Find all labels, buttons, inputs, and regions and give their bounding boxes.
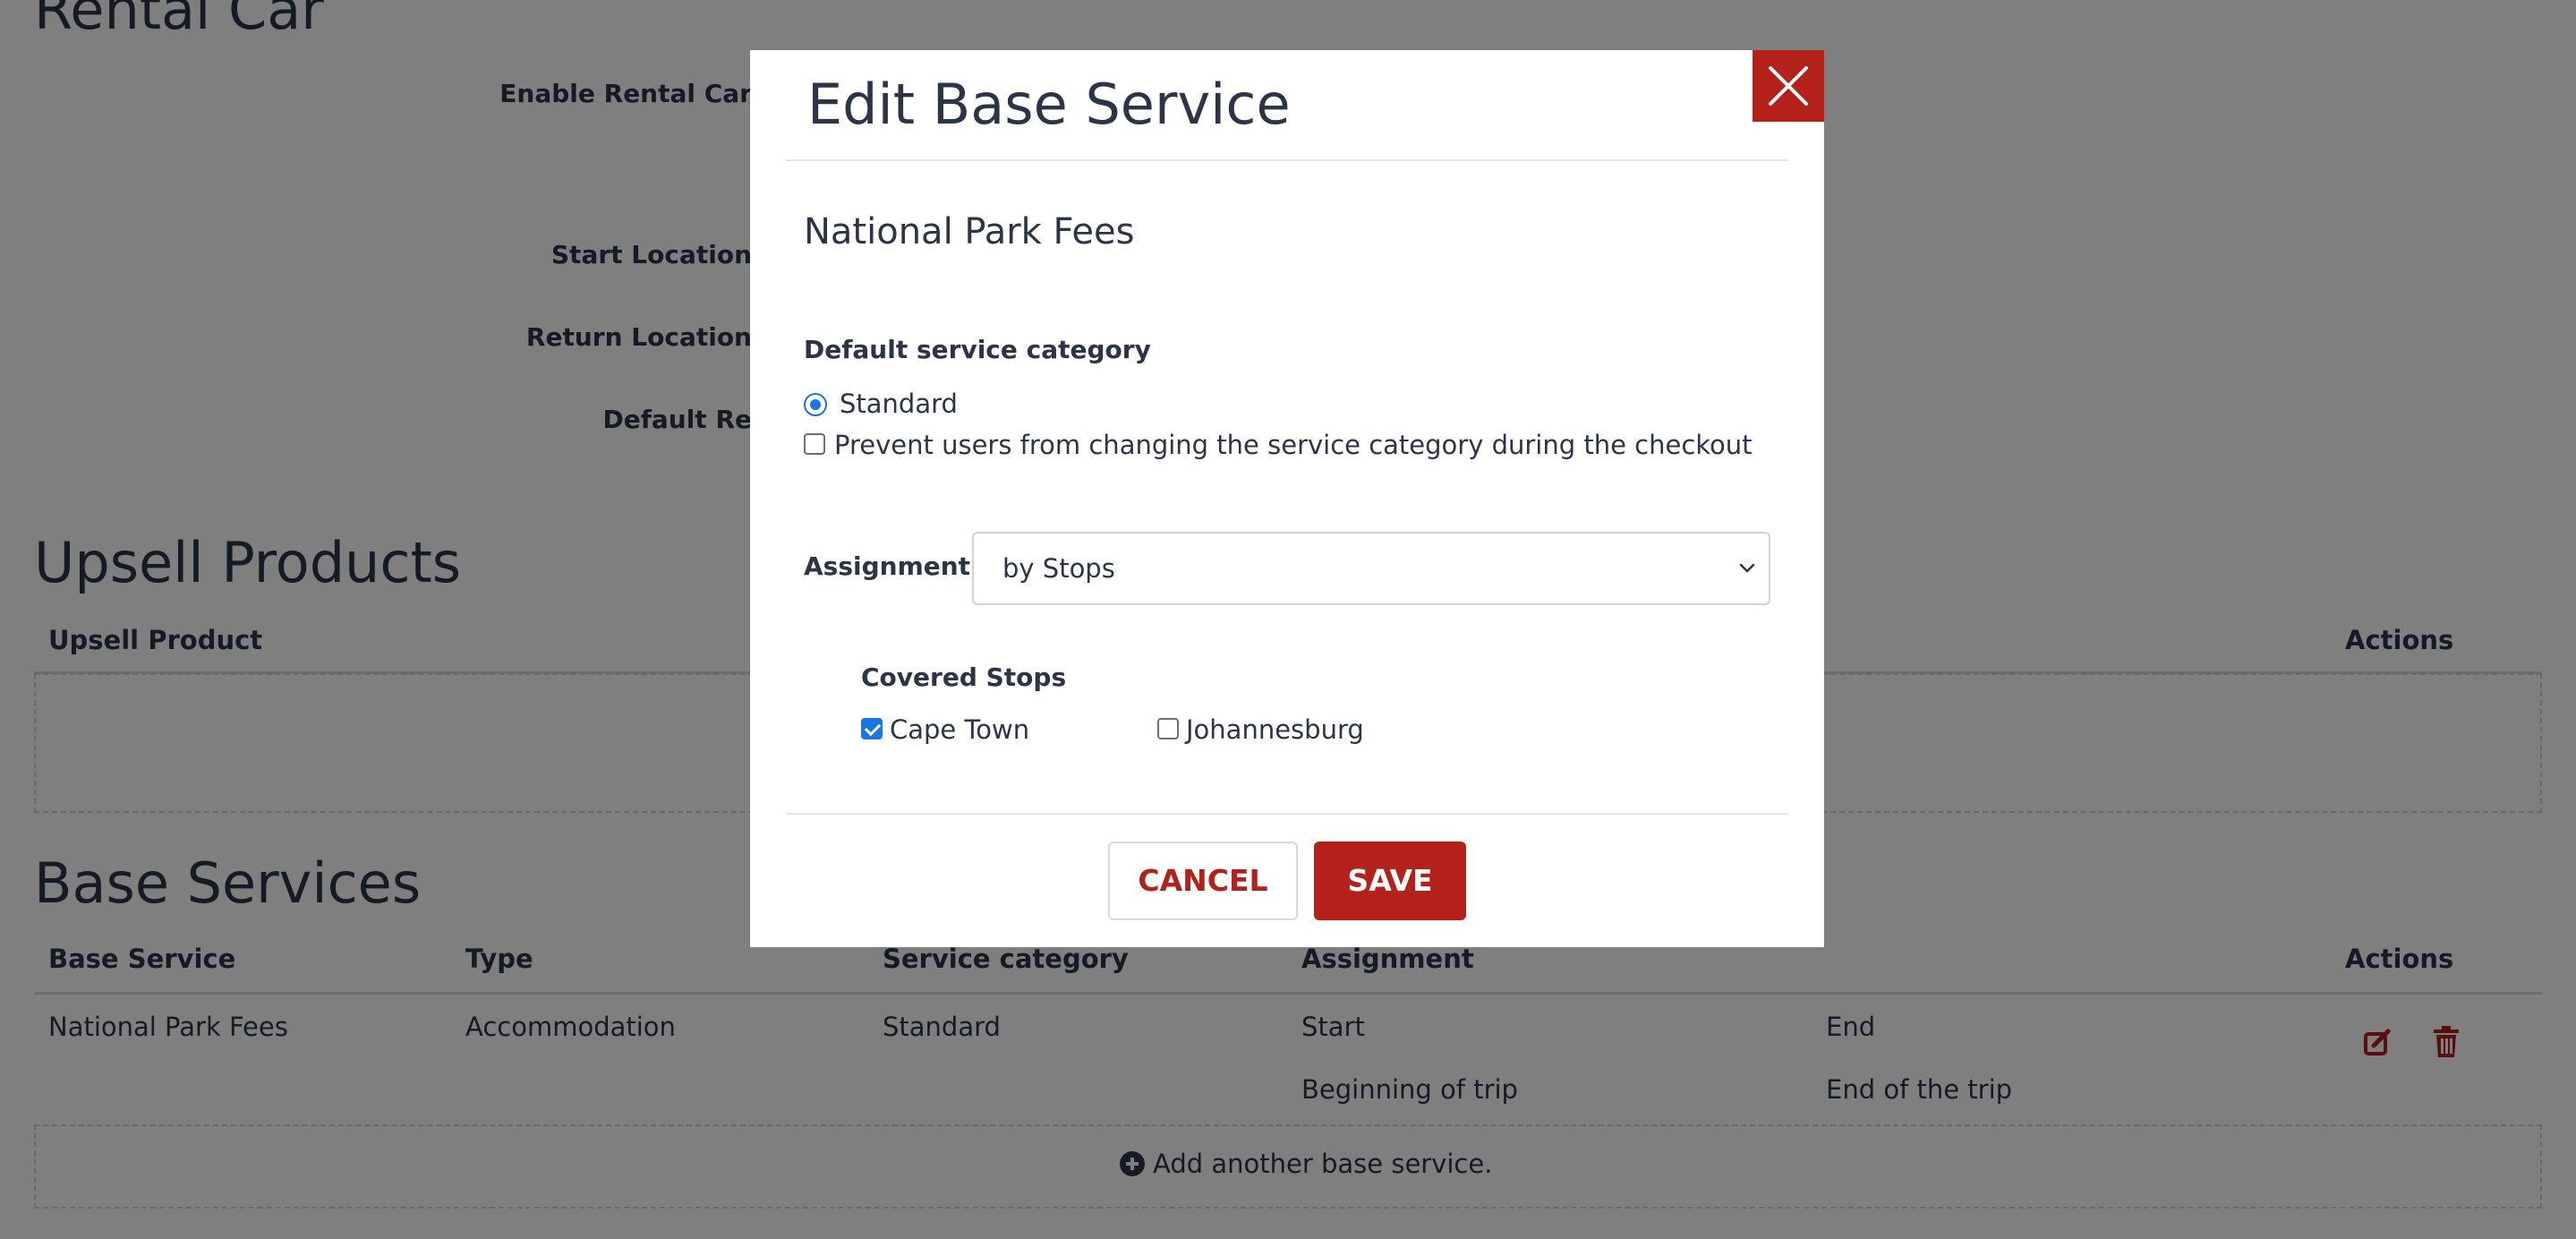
stop-checkbox-johannesburg[interactable] <box>1157 718 1179 739</box>
footer-divider <box>786 813 1788 815</box>
default-category-label: Default service category <box>804 335 1151 364</box>
edit-base-service-modal: Edit Base Service National Park Fees Def… <box>750 50 1824 947</box>
covered-stops-label: Covered Stops <box>861 662 1067 692</box>
standard-radio[interactable] <box>804 393 827 416</box>
service-name-heading: National Park Fees <box>804 211 1135 252</box>
assignment-label: Assignment <box>804 551 971 581</box>
prevent-change-label: Prevent users from changing the service … <box>834 430 1753 460</box>
stop-checkbox-cape-town[interactable] <box>861 718 883 739</box>
cancel-button[interactable]: CANCEL <box>1108 842 1298 920</box>
close-icon <box>1769 66 1808 106</box>
save-button[interactable]: SAVE <box>1314 842 1466 920</box>
assignment-select-value: by Stops <box>1002 553 1115 584</box>
modal-title: Edit Base Service <box>807 72 1291 137</box>
close-button[interactable] <box>1753 50 1824 122</box>
prevent-change-checkbox[interactable] <box>804 433 825 455</box>
stop-label-johannesburg: Johannesburg <box>1186 714 1364 745</box>
standard-radio-label: Standard <box>840 389 958 419</box>
header-divider <box>786 159 1788 161</box>
assignment-select[interactable]: by Stops <box>972 532 1770 605</box>
stop-label-cape-town: Cape Town <box>890 714 1030 745</box>
chevron-down-icon <box>1739 563 1755 573</box>
